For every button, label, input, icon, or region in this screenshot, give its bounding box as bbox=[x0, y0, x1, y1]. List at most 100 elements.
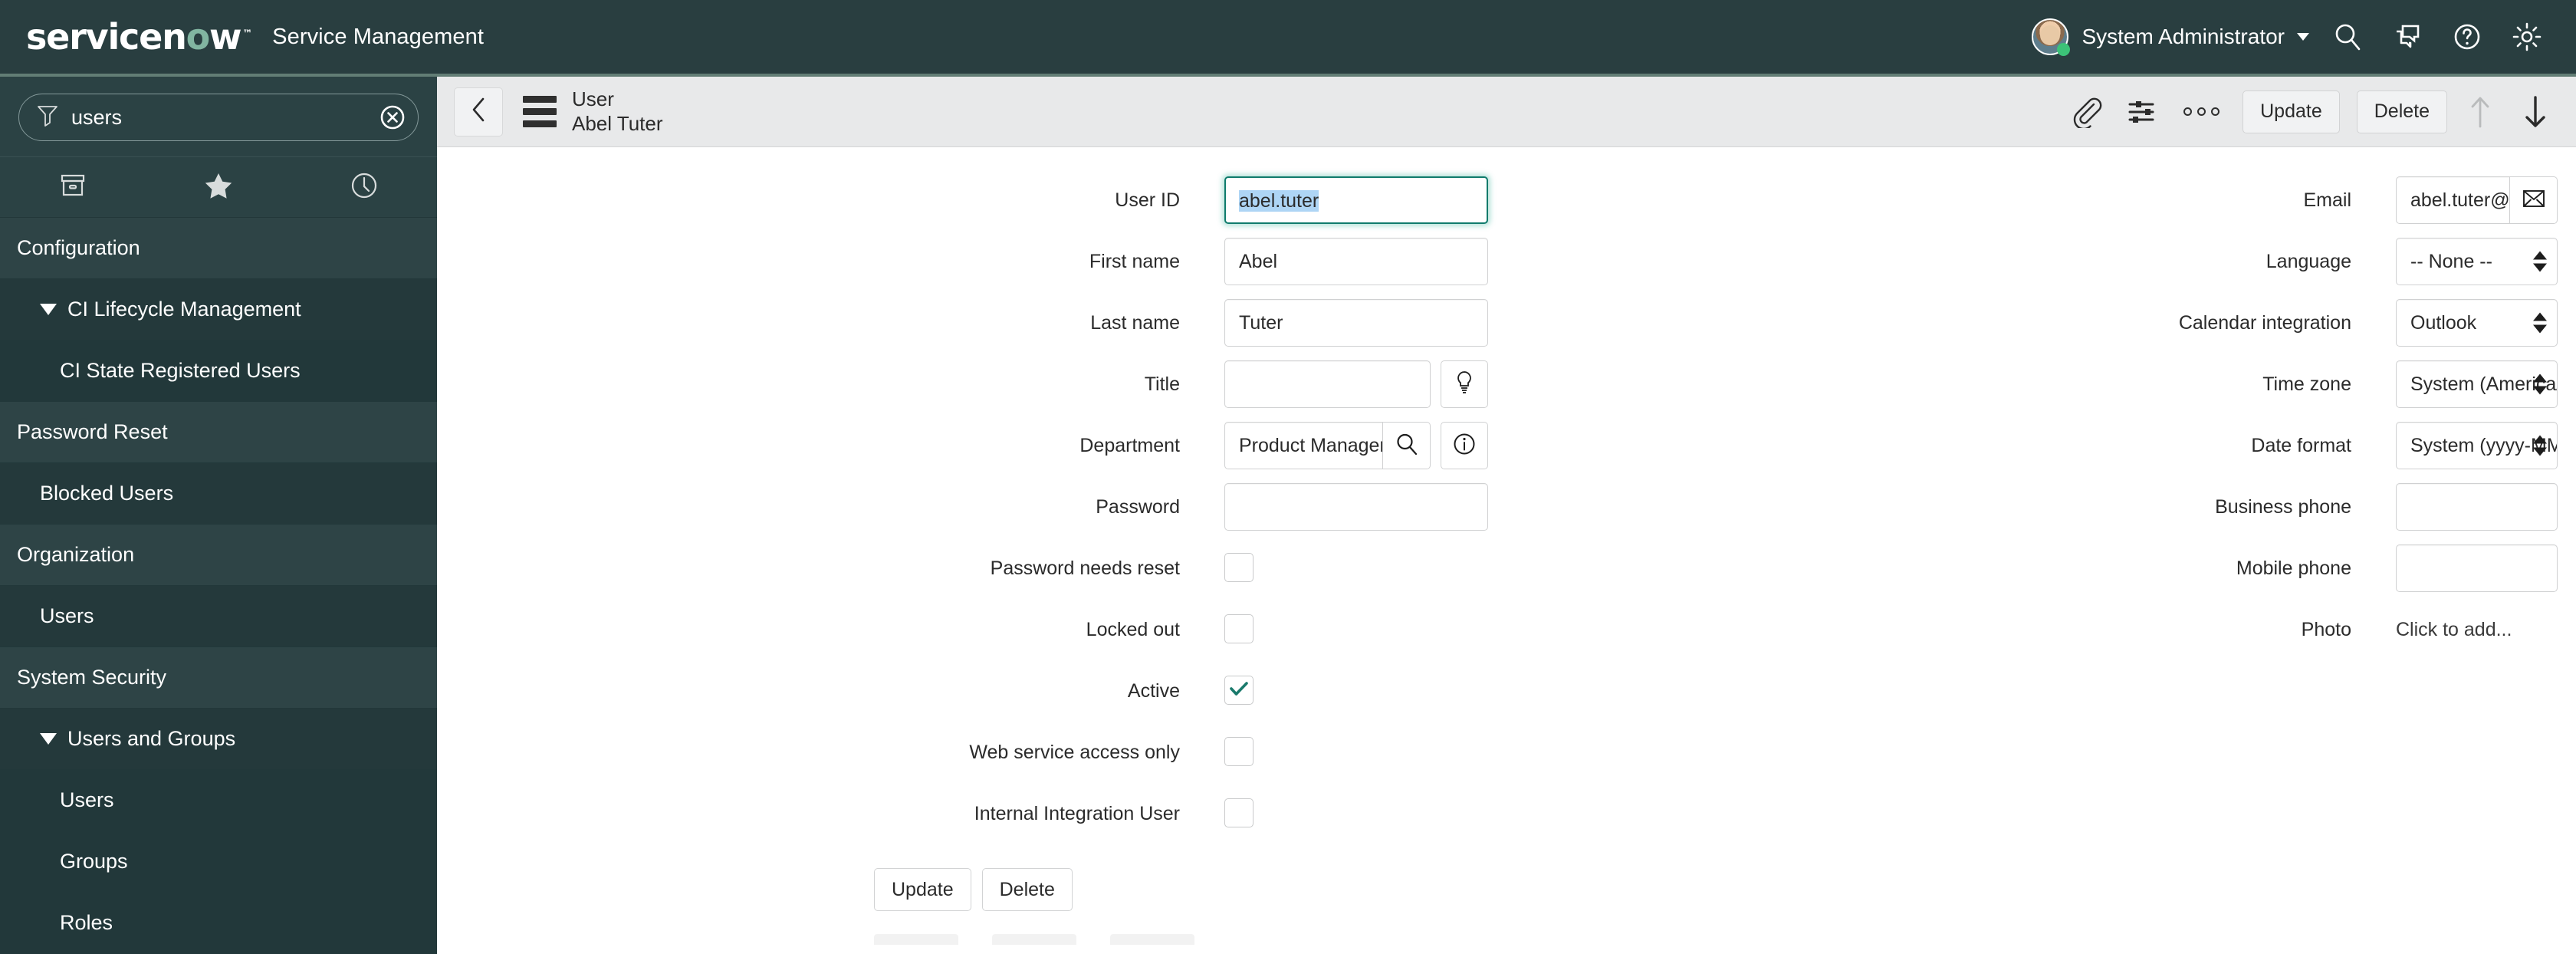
back-button[interactable] bbox=[454, 87, 503, 137]
user-menu-label[interactable]: System Administrator bbox=[2082, 25, 2285, 49]
servicenow-logo[interactable]: servicenow ™ bbox=[26, 19, 252, 54]
input-first-name[interactable]: Abel bbox=[1224, 238, 1488, 285]
gear-icon[interactable] bbox=[2505, 15, 2548, 58]
form-row-internal-integration-user: Internal Integration User bbox=[437, 790, 1488, 851]
logo-part-w: w bbox=[209, 16, 242, 58]
input-business-phone[interactable] bbox=[2396, 483, 2558, 531]
sidebar-item-label: Configuration bbox=[17, 236, 140, 259]
sidebar-item-users[interactable]: Users bbox=[0, 770, 437, 831]
conversations-icon[interactable] bbox=[2386, 15, 2429, 58]
select-calendar-integration[interactable]: Outlook bbox=[2396, 299, 2558, 347]
sidebar-item-groups[interactable]: Groups bbox=[0, 831, 437, 893]
update-button-toolbar[interactable]: Update bbox=[2242, 90, 2340, 133]
select-date-format[interactable]: System (yyyy-MM-dd) bbox=[2396, 422, 2558, 469]
select-stepper-arrows[interactable] bbox=[2533, 312, 2547, 334]
clock-icon bbox=[349, 170, 380, 205]
sidebar-item-label: Users bbox=[60, 788, 114, 811]
sidebar-item-users-and-groups[interactable]: Users and Groups bbox=[0, 709, 437, 770]
sidebar-item-label: Password Reset bbox=[17, 420, 168, 443]
form-columns: User ID abel.tuter First name Abel Last name… bbox=[437, 176, 2576, 851]
lightbulb-button-title[interactable] bbox=[1441, 360, 1488, 408]
logo-part-o: o bbox=[186, 16, 211, 58]
arrow-down-icon[interactable] bbox=[2513, 94, 2558, 130]
form-row-password: Password bbox=[437, 483, 1488, 544]
form-row-title: Title bbox=[437, 360, 1488, 422]
field-control-calendar-integration: Outlook bbox=[2396, 299, 2558, 347]
input-mobile-phone[interactable] bbox=[2396, 544, 2558, 592]
checkbox-active[interactable] bbox=[1224, 676, 1254, 705]
input-user-id[interactable]: abel.tuter bbox=[1224, 176, 1488, 224]
form-body: User ID abel.tuter First name Abel Last name… bbox=[437, 147, 2576, 954]
form-column-left: User ID abel.tuter First name Abel Last name… bbox=[437, 176, 1506, 851]
caret-down-icon[interactable] bbox=[40, 733, 57, 745]
info-button-department[interactable] bbox=[1441, 422, 1488, 469]
input-value-first-name: Abel bbox=[1239, 251, 1278, 272]
input-password[interactable] bbox=[1224, 483, 1488, 531]
sidebar-tab-all[interactable] bbox=[0, 157, 146, 217]
update-button-footer[interactable]: Update bbox=[874, 868, 971, 911]
hamburger-menu-icon[interactable] bbox=[523, 96, 557, 127]
delete-button-toolbar[interactable]: Delete bbox=[2356, 90, 2447, 133]
search-icon[interactable] bbox=[2326, 15, 2369, 58]
star-icon bbox=[203, 171, 234, 204]
filter-navigator-input[interactable] bbox=[71, 105, 378, 130]
form-toolbar: User Abel Tuter Update Delete bbox=[437, 77, 2576, 147]
more-options-icon[interactable] bbox=[2183, 107, 2220, 116]
field-label-locked-out: Locked out bbox=[1086, 619, 1180, 640]
sidebar-tabs bbox=[0, 156, 437, 218]
sidebar-item-configuration[interactable]: Configuration bbox=[0, 218, 437, 279]
chevron-down-icon[interactable] bbox=[2297, 33, 2309, 41]
sidebar-tab-history[interactable] bbox=[291, 157, 437, 217]
filter-navigator[interactable] bbox=[18, 94, 419, 141]
clear-circle-icon[interactable] bbox=[378, 103, 407, 132]
select-language[interactable]: -- None -- bbox=[2396, 238, 2558, 285]
field-label-user-id: User ID bbox=[1115, 189, 1180, 211]
sidebar-item-label: Blocked Users bbox=[40, 482, 174, 505]
chevron-left-icon bbox=[468, 96, 488, 127]
avatar[interactable] bbox=[2032, 18, 2071, 56]
sidebar-item-roles[interactable]: Roles bbox=[0, 893, 437, 954]
field-label-title: Title bbox=[1144, 373, 1180, 395]
form-row-language: Language -- None -- bbox=[1506, 238, 2558, 299]
sidebar-item-users[interactable]: Users bbox=[0, 586, 437, 647]
form-row-department: Department Product Management bbox=[437, 422, 1488, 483]
caret-down-icon[interactable] bbox=[40, 304, 57, 315]
field-label-calendar-integration: Calendar integration bbox=[2178, 312, 2351, 334]
help-icon[interactable] bbox=[2446, 15, 2489, 58]
sidebar-item-system-security[interactable]: System Security bbox=[0, 647, 437, 709]
sliders-icon[interactable] bbox=[2119, 96, 2164, 128]
envelope-button-email[interactable] bbox=[2510, 176, 2558, 224]
select-stepper-arrows[interactable] bbox=[2533, 373, 2547, 395]
form-column-right: Email abel.tuter@example.com Language -- No… bbox=[1506, 176, 2576, 851]
lightbulb-icon bbox=[1453, 370, 1476, 400]
input-department[interactable]: Product Management bbox=[1224, 422, 1383, 469]
paperclip-icon[interactable] bbox=[2064, 96, 2108, 128]
sidebar-item-password-reset[interactable]: Password Reset bbox=[0, 402, 437, 463]
record-name-label: Abel Tuter bbox=[572, 111, 663, 135]
select-time-zone[interactable]: System (America/Los_Angeles) bbox=[2396, 360, 2558, 408]
input-email[interactable]: abel.tuter@example.com bbox=[2396, 176, 2510, 224]
sidebar-tab-favorites[interactable] bbox=[146, 157, 291, 217]
select-stepper-arrows[interactable] bbox=[2533, 251, 2547, 272]
input-title[interactable] bbox=[1224, 360, 1431, 408]
form-row-first-name: First name Abel bbox=[437, 238, 1488, 299]
form-row-mobile-phone: Mobile phone bbox=[1506, 544, 2558, 606]
checkbox-web-service-access-only[interactable] bbox=[1224, 737, 1254, 766]
sidebar-item-ci-lifecycle-management[interactable]: CI Lifecycle Management bbox=[0, 279, 437, 340]
sidebar-item-blocked-users[interactable]: Blocked Users bbox=[0, 463, 437, 525]
sidebar-item-ci-state-registered-users[interactable]: CI State Registered Users bbox=[0, 340, 437, 402]
checkbox-password-needs-reset[interactable] bbox=[1224, 553, 1254, 582]
checkbox-internal-integration-user[interactable] bbox=[1224, 798, 1254, 827]
sidebar-item-organization[interactable]: Organization bbox=[0, 525, 437, 586]
photo-add-link[interactable]: Click to add... bbox=[2396, 606, 2512, 653]
delete-button-footer[interactable]: Delete bbox=[981, 868, 1073, 911]
select-stepper-arrows[interactable] bbox=[2533, 435, 2547, 456]
online-status-indicator bbox=[2057, 43, 2071, 56]
checkbox-locked-out[interactable] bbox=[1224, 614, 1254, 643]
arrow-up-icon[interactable] bbox=[2458, 94, 2502, 130]
field-label-active: Active bbox=[1127, 680, 1180, 702]
input-last-name[interactable]: Tuter bbox=[1224, 299, 1488, 347]
magnifier-button-department[interactable] bbox=[1383, 422, 1431, 469]
info-icon bbox=[1452, 432, 1477, 460]
top-banner: servicenow ™ Service Management System Ad… bbox=[0, 0, 2576, 74]
